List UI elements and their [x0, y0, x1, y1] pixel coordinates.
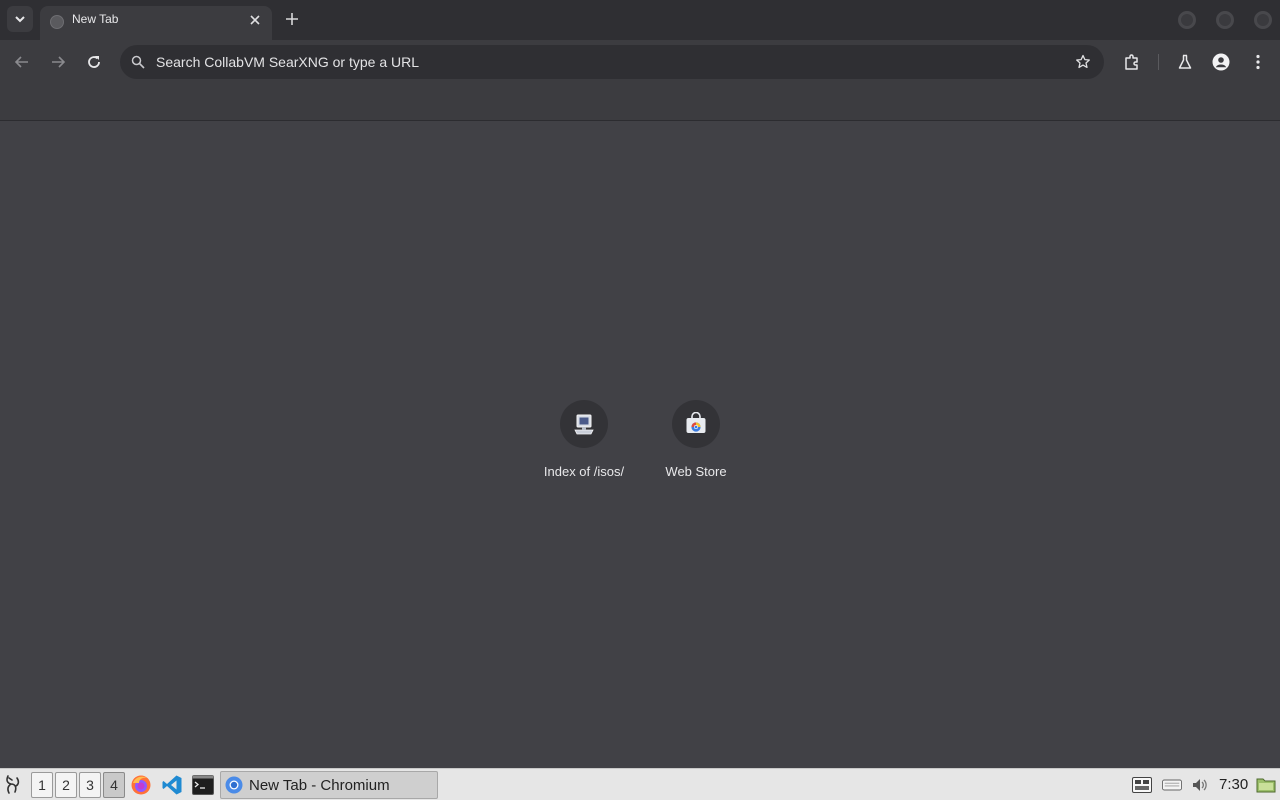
- tab-search-button[interactable]: [7, 6, 33, 32]
- volume-icon: [1193, 779, 1207, 791]
- folder-icon: [1256, 778, 1276, 793]
- minimize-button[interactable]: [1178, 11, 1196, 29]
- firefox-launcher[interactable]: [129, 773, 153, 797]
- arrow-left-icon: [14, 56, 28, 68]
- close-window-button[interactable]: [1254, 11, 1272, 29]
- clock[interactable]: 7:30: [1219, 776, 1248, 793]
- taskbar: 1 2 3 4 New Tab - Chromium 7:30: [0, 768, 1280, 800]
- new-tab-page: Index of /isos/ Web Store: [0, 121, 1280, 768]
- close-icon: [250, 15, 260, 25]
- firefox-icon: [131, 775, 151, 795]
- terminal-icon: [192, 775, 214, 795]
- start-menu-button[interactable]: [2, 773, 26, 797]
- tab-title: New Tab: [72, 12, 119, 26]
- vscode-icon: [162, 775, 182, 795]
- labs-button[interactable]: [1173, 50, 1197, 74]
- workspace-2[interactable]: 2: [55, 772, 77, 798]
- show-desktop-button[interactable]: [1256, 775, 1276, 795]
- menu-button[interactable]: [1246, 50, 1270, 74]
- star-icon: [1076, 54, 1090, 69]
- bookmarks-bar: [0, 84, 1280, 121]
- keyboard-icon: [1162, 779, 1182, 791]
- omnibox[interactable]: [120, 45, 1104, 79]
- workspace-1[interactable]: 1: [31, 772, 53, 798]
- shortcut-label: Web Store: [665, 464, 727, 479]
- keyboard-layout-indicator[interactable]: [1132, 775, 1152, 795]
- terminal-launcher[interactable]: [191, 773, 215, 797]
- back-button[interactable]: [10, 50, 34, 74]
- tab-strip: New Tab: [0, 0, 1280, 40]
- bookmark-star-button[interactable]: [1074, 53, 1092, 71]
- browser-toolbar: [0, 40, 1280, 84]
- kebab-menu-icon: [1256, 54, 1260, 70]
- chromium-icon: [225, 776, 243, 794]
- taskbar-window-label: New Tab - Chromium: [249, 777, 390, 794]
- computer-icon: [574, 414, 594, 435]
- shortcut-index-of-isos[interactable]: Index of /isos/: [528, 400, 640, 490]
- plus-icon: [286, 13, 298, 25]
- tab-new-tab[interactable]: New Tab: [40, 6, 272, 40]
- new-tab-button[interactable]: [281, 8, 303, 30]
- web-store-icon: [686, 412, 706, 433]
- input-method-icon: [1132, 777, 1152, 793]
- arrow-right-icon: [52, 56, 66, 68]
- profile-button[interactable]: [1209, 50, 1233, 74]
- vscode-launcher[interactable]: [160, 773, 184, 797]
- keyboard-tray[interactable]: [1162, 775, 1182, 795]
- search-icon: [131, 55, 145, 69]
- reload-icon: [88, 56, 100, 68]
- shortcut-icon-tile: [672, 400, 720, 448]
- maximize-button[interactable]: [1216, 11, 1234, 29]
- taskbar-window-chromium[interactable]: New Tab - Chromium: [220, 771, 438, 799]
- extensions-button[interactable]: [1120, 50, 1144, 74]
- puzzle-icon: [1125, 54, 1138, 70]
- close-tab-button[interactable]: [246, 11, 264, 29]
- distro-logo-icon: [6, 775, 20, 794]
- shortcut-icon-tile: [560, 400, 608, 448]
- flask-icon: [1178, 54, 1192, 69]
- workspace-3[interactable]: 3: [79, 772, 101, 798]
- omnibox-input[interactable]: [156, 51, 1056, 73]
- globe-icon: [50, 15, 64, 29]
- reload-button[interactable]: [82, 50, 106, 74]
- forward-button[interactable]: [46, 50, 70, 74]
- shortcut-label: Index of /isos/: [543, 464, 625, 479]
- volume-tray[interactable]: [1190, 775, 1210, 795]
- workspace-4[interactable]: 4: [103, 772, 125, 798]
- avatar-icon: [1212, 53, 1230, 71]
- chevron-down-icon: [15, 16, 25, 23]
- toolbar-separator: [1158, 54, 1159, 70]
- shortcut-web-store[interactable]: Web Store: [640, 400, 752, 490]
